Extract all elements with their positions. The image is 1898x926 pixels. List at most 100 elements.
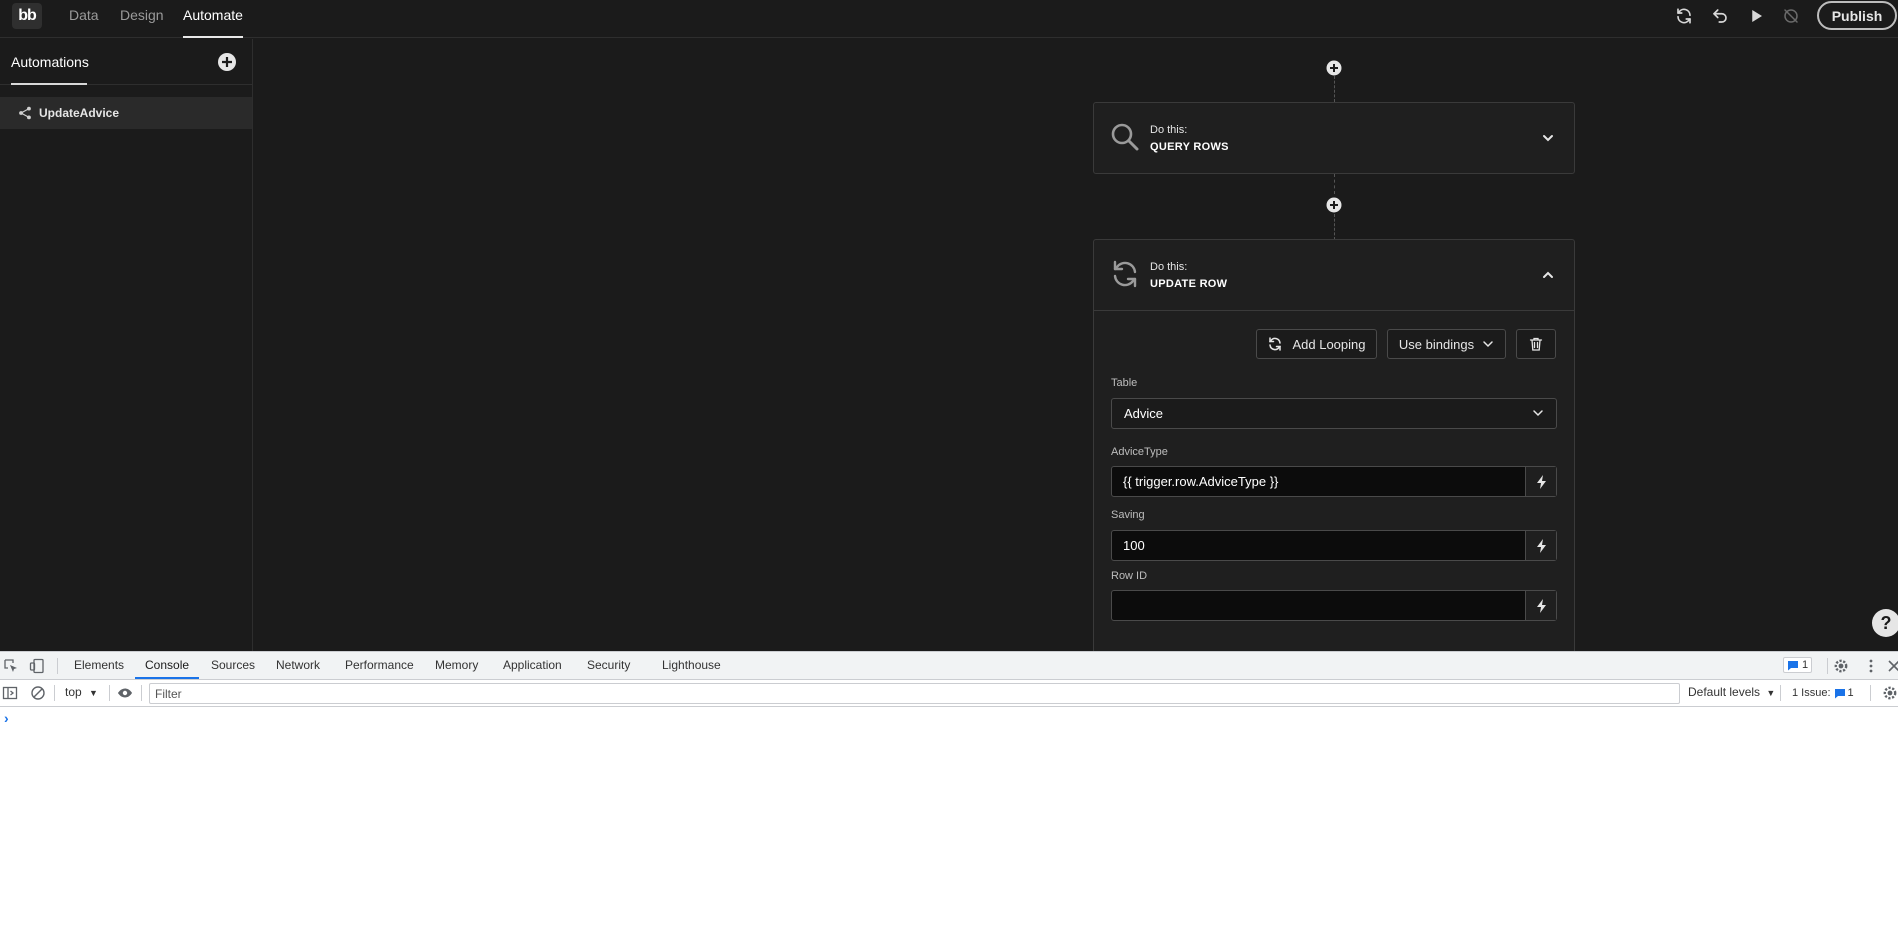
- sidebar-title-underline: [11, 83, 87, 85]
- search-icon: [1111, 123, 1139, 151]
- connector-line: [1334, 76, 1335, 102]
- log-levels-dropdown[interactable]: Default levels ▼: [1688, 685, 1775, 699]
- step-card-update-row: Do this: UPDATE ROW Add Looping Use bind…: [1093, 239, 1575, 651]
- nav-tab-automate[interactable]: Automate: [183, 0, 243, 38]
- binding-button[interactable]: [1525, 467, 1556, 496]
- device-toolbar-icon[interactable]: [29, 658, 45, 674]
- use-bindings-dropdown[interactable]: Use bindings: [1387, 329, 1506, 359]
- devtools-tab-security[interactable]: Security: [587, 652, 630, 679]
- visibility-off-icon[interactable]: [1779, 4, 1803, 28]
- field-label-saving: Saving: [1111, 509, 1145, 521]
- undo-icon[interactable]: [1708, 4, 1732, 28]
- caret-down-icon: ▼: [1766, 688, 1776, 698]
- step-body: Add Looping Use bindings Table Advice Ad…: [1094, 310, 1574, 630]
- add-looping-button[interactable]: Add Looping: [1256, 329, 1377, 359]
- more-options-icon[interactable]: [1863, 658, 1879, 674]
- devtools-tab-performance[interactable]: Performance: [345, 652, 414, 679]
- separator: [141, 685, 142, 701]
- inspect-element-icon[interactable]: [3, 658, 19, 674]
- message-icon: [1788, 660, 1798, 670]
- console-prompt[interactable]: ›: [4, 710, 9, 726]
- add-step-icon[interactable]: [1326, 60, 1342, 76]
- messages-count: 1: [1802, 659, 1809, 671]
- step-kicker: Do this:: [1150, 124, 1188, 136]
- sidebar-item-label: UpdateAdvice: [39, 106, 120, 120]
- row-id-field: [1111, 590, 1557, 621]
- separator: [1870, 685, 1871, 701]
- devtools-tab-console[interactable]: Console: [134, 652, 200, 679]
- add-automation-icon[interactable]: [217, 52, 237, 72]
- advicetype-field: [1111, 466, 1557, 497]
- sidebar-header: Automations: [0, 39, 253, 85]
- binding-button[interactable]: [1525, 531, 1556, 560]
- context-label: top: [65, 685, 82, 699]
- devtools-tab-lighthouse[interactable]: Lighthouse: [662, 652, 721, 679]
- separator: [54, 685, 55, 701]
- field-label-row-id: Row ID: [1111, 570, 1148, 582]
- issues-count: 1: [1847, 687, 1854, 699]
- devtools-tab-elements[interactable]: Elements: [74, 652, 124, 679]
- console-filter-input[interactable]: [149, 683, 1680, 704]
- lightning-icon: [1536, 598, 1546, 613]
- step-header[interactable]: Do this: UPDATE ROW: [1094, 240, 1574, 310]
- step-name: QUERY ROWS: [1150, 141, 1229, 153]
- budibase-logo[interactable]: bb: [12, 3, 42, 29]
- step-card-query-rows: Do this: QUERY ROWS: [1093, 102, 1575, 174]
- saving-field: [1111, 530, 1557, 561]
- separator: [1780, 685, 1781, 701]
- caret-down-icon: ▼: [89, 688, 98, 698]
- eye-icon[interactable]: [117, 685, 133, 701]
- use-bindings-label: Use bindings: [1398, 336, 1475, 352]
- connector-line: [1334, 214, 1335, 240]
- chevron-up-icon[interactable]: [1541, 268, 1555, 282]
- nav-tab-data[interactable]: Data: [69, 0, 99, 38]
- automation-canvas: Do this: QUERY ROWS Do this: UPDATE ROW …: [254, 39, 1898, 651]
- sidebar-item-updateadvice[interactable]: UpdateAdvice: [0, 97, 252, 129]
- chevron-down-icon[interactable]: [1541, 131, 1555, 145]
- saving-input[interactable]: [1112, 531, 1526, 560]
- play-icon[interactable]: [1744, 4, 1768, 28]
- table-select-value: Advice: [1124, 406, 1164, 421]
- table-label: Table: [1111, 377, 1138, 389]
- devtools-tab-sources[interactable]: Sources: [211, 652, 255, 679]
- console-settings-gear-icon[interactable]: [1882, 685, 1898, 701]
- row-id-input[interactable]: [1112, 591, 1526, 620]
- add-looping-label: Add Looping: [1292, 336, 1366, 352]
- devtools-tab-memory[interactable]: Memory: [435, 652, 478, 679]
- nav-tab-design[interactable]: Design: [120, 0, 164, 38]
- devtools-tab-application[interactable]: Application: [503, 652, 562, 679]
- messages-badge[interactable]: 1: [1783, 657, 1813, 673]
- refresh-icon: [1113, 260, 1137, 288]
- step-header[interactable]: Do this: QUERY ROWS: [1094, 103, 1574, 173]
- sidebar-toggle-icon[interactable]: [2, 685, 18, 701]
- gear-icon[interactable]: [1833, 658, 1849, 674]
- separator: [57, 658, 58, 674]
- issues-badge[interactable]: 1 Issue: 1: [1789, 685, 1857, 701]
- step-kicker: Do this:: [1150, 261, 1188, 273]
- binding-button[interactable]: [1525, 591, 1556, 620]
- devtools-tab-network[interactable]: Network: [276, 652, 320, 679]
- separator: [1827, 658, 1828, 674]
- devtools-tab-bar: Elements Console Sources Network Perform…: [0, 652, 1898, 680]
- refresh-icon[interactable]: [1672, 4, 1696, 28]
- help-button[interactable]: ?: [1872, 609, 1898, 637]
- loop-icon: [1269, 337, 1282, 351]
- context-selector[interactable]: top ▼: [65, 685, 98, 699]
- table-select[interactable]: Advice: [1111, 398, 1557, 429]
- clear-console-icon[interactable]: [30, 685, 46, 701]
- devtools-panel: Elements Console Sources Network Perform…: [0, 651, 1898, 926]
- close-icon[interactable]: [1886, 658, 1898, 674]
- step-name: UPDATE ROW: [1150, 278, 1228, 290]
- publish-button[interactable]: Publish: [1817, 1, 1897, 30]
- console-toolbar: top ▼ Default levels ▼ 1 Issue: 1: [0, 680, 1898, 707]
- top-bar: bb Data Design Automate Publish: [0, 0, 1898, 38]
- sidebar-title[interactable]: Automations: [11, 54, 89, 70]
- add-step-icon[interactable]: [1326, 197, 1342, 213]
- automations-sidebar: Automations UpdateAdvice: [0, 39, 253, 651]
- delete-step-button[interactable]: [1516, 329, 1556, 359]
- separator: [109, 685, 110, 701]
- advicetype-input[interactable]: [1112, 467, 1526, 496]
- chevron-down-icon: [1483, 341, 1493, 348]
- chevron-down-icon: [1533, 410, 1543, 417]
- share-icon: [19, 106, 31, 120]
